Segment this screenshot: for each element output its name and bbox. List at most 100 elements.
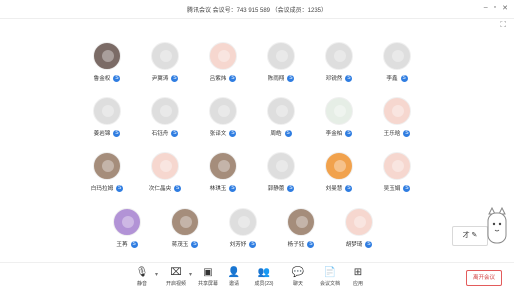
participant-tile[interactable]: 吕紫炜 S	[194, 42, 252, 86]
chat-button[interactable]: 💬 聊天	[280, 267, 316, 291]
participant-name: 郭静蕾	[267, 186, 285, 192]
mute-button[interactable]: 🎙 静音 ▾	[124, 267, 160, 291]
participant-tile[interactable]: 刘曼慧 S	[310, 152, 368, 196]
video-button[interactable]: ⌧ 开启视频 ▾	[158, 267, 194, 291]
participant-name: 周皓	[270, 131, 282, 137]
participant-avatar	[325, 152, 353, 180]
participant-status-icon: S	[287, 74, 295, 82]
floating-assistant[interactable]: 才 ✎	[452, 206, 510, 256]
cat-mascot-icon	[487, 206, 507, 244]
participant-status-icon: S	[229, 74, 237, 82]
participant-status-icon: S	[171, 129, 179, 137]
participant-tile[interactable]: 蒋茂玉 S	[156, 208, 214, 252]
participant-status-icon: S	[345, 74, 353, 82]
participant-name-line: 周皓 S	[252, 129, 310, 137]
participant-name: 陈雨翔	[267, 76, 285, 82]
participant-name-line: 李鑫 S	[368, 74, 426, 82]
participant-name-line: 李金柏 S	[310, 129, 368, 137]
participant-name-line: 吴玉娟 S	[368, 184, 426, 192]
leave-meeting-button[interactable]: 离开会议	[466, 270, 502, 286]
participant-status-icon: S	[307, 240, 315, 248]
participant-tile[interactable]: 王苒 S	[98, 208, 156, 252]
participant-status-icon: S	[171, 74, 179, 82]
participant-avatar	[93, 97, 121, 125]
participant-avatar	[151, 97, 179, 125]
participant-name-line: 王苒 S	[98, 240, 156, 248]
participant-avatar	[209, 42, 237, 70]
participant-status-icon: S	[403, 184, 411, 192]
participant-name-line: 姜岩锦 S	[78, 129, 136, 137]
participant-name: 刘芳妤	[229, 242, 247, 248]
participant-tile[interactable]: 次仁晶央 S	[136, 152, 194, 196]
participant-tile[interactable]: 邓锐然 S	[310, 42, 368, 86]
participant-tile[interactable]: 尹翼涛 S	[136, 42, 194, 86]
participant-name-line: 刘芳妤 S	[214, 240, 272, 248]
participant-tile[interactable]: 白玛拉姆 S	[78, 152, 136, 196]
members-icon: 👥	[257, 267, 271, 278]
participant-name-line: 刘曼慧 S	[310, 184, 368, 192]
maximize-button[interactable]: ▫	[494, 4, 496, 12]
participant-avatar	[325, 42, 353, 70]
participant-name-line: 石钰舟 S	[136, 129, 194, 137]
participant-name: 姜岩锦	[93, 131, 111, 137]
participant-tile[interactable]: 林琪玉 S	[194, 152, 252, 196]
participant-tile[interactable]: 胡梦琦 S	[330, 208, 388, 252]
participant-avatar	[267, 152, 295, 180]
participant-name: 胡梦琦	[345, 242, 363, 248]
participant-name: 李鑫	[386, 76, 398, 82]
participant-tile[interactable]: 李鑫 S	[368, 42, 426, 86]
participant-tile[interactable]: 杨子钰 S	[272, 208, 330, 252]
participant-avatar	[151, 152, 179, 180]
participant-status-icon: S	[229, 184, 237, 192]
participant-name: 刘曼慧	[325, 186, 343, 192]
participant-status-icon: S	[191, 240, 199, 248]
participant-grid: 鲁金权 S 尹翼涛 S 吕紫炜 S 陈雨翔 S 邓锐然 S 李鑫 S 姜岩锦 S…	[78, 42, 438, 252]
participant-tile[interactable]: 刘芳妤 S	[214, 208, 272, 252]
participant-tile[interactable]: 石钰舟 S	[136, 97, 194, 141]
participant-status-icon: S	[403, 129, 411, 137]
participant-tile[interactable]: 姜岩锦 S	[78, 97, 136, 141]
title-bar: 腾讯会议 会议号：743 915 589 （会议成员：1235） – ▫ ✕	[0, 0, 514, 19]
members-button[interactable]: 👥 成员(23)	[246, 267, 282, 291]
participant-tile[interactable]: 李金柏 S	[310, 97, 368, 141]
participant-name: 吕紫炜	[209, 76, 227, 82]
participant-status-icon: S	[400, 74, 408, 82]
participant-avatar	[325, 97, 353, 125]
participant-status-icon: S	[229, 129, 237, 137]
participant-name: 杨子钰	[287, 242, 305, 248]
participant-name: 王苒	[116, 242, 128, 248]
participant-avatar	[345, 208, 373, 236]
participant-tile[interactable]: 郭静蕾 S	[252, 152, 310, 196]
participant-avatar	[383, 97, 411, 125]
participant-avatar	[267, 42, 295, 70]
participant-tile[interactable]: 张译文 S	[194, 97, 252, 141]
participant-row-3: 白玛拉姆 S 次仁晶央 S 林琪玉 S 郭静蕾 S 刘曼慧 S 吴玉娟 S	[78, 152, 438, 196]
participant-status-icon: S	[116, 184, 124, 192]
participant-avatar	[383, 152, 411, 180]
fullscreen-icon[interactable]: ⛶	[500, 20, 506, 30]
participant-tile[interactable]: 王乐晗 S	[368, 97, 426, 141]
participant-tile[interactable]: 吴玉娟 S	[368, 152, 426, 196]
apps-grid-icon: ⊞	[353, 267, 363, 278]
participant-row-4: 王苒 S 蒋茂玉 S 刘芳妤 S 杨子钰 S 胡梦琦 S	[98, 208, 458, 252]
participant-avatar	[209, 97, 237, 125]
participant-name: 蒋茂玉	[171, 242, 189, 248]
participant-avatar	[93, 152, 121, 180]
participant-tile[interactable]: 陈雨翔 S	[252, 42, 310, 86]
participant-name: 吴玉娟	[383, 186, 401, 192]
participant-name-line: 林琪玉 S	[194, 184, 252, 192]
participant-status-icon: S	[365, 240, 373, 248]
participant-avatar	[171, 208, 199, 236]
close-button[interactable]: ✕	[502, 4, 508, 12]
participant-name-line: 胡梦琦 S	[330, 240, 388, 248]
minimize-button[interactable]: –	[484, 4, 488, 12]
participant-status-icon: S	[174, 184, 182, 192]
participant-tile[interactable]: 鲁金权 S	[78, 42, 136, 86]
participant-status-icon: S	[130, 240, 138, 248]
apps-button[interactable]: ⊞ 应用	[340, 267, 376, 291]
participant-name-line: 尹翼涛 S	[136, 74, 194, 82]
participant-name-line: 白玛拉姆 S	[78, 184, 136, 192]
participant-tile[interactable]: 周皓 S	[252, 97, 310, 141]
participant-name: 王乐晗	[383, 131, 401, 137]
participant-avatar	[229, 208, 257, 236]
